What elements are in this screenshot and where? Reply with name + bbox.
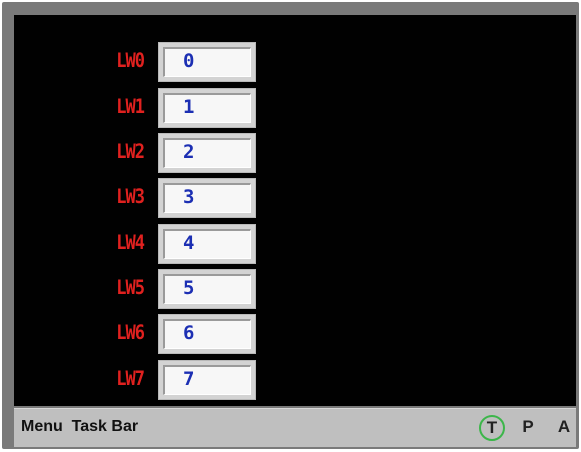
register-value-inner: 4 <box>163 229 251 259</box>
register-label: LW7 <box>116 367 145 391</box>
register-value-field[interactable]: 0 <box>158 42 256 82</box>
register-value: 7 <box>183 368 195 390</box>
register-value: 1 <box>183 96 195 118</box>
register-row-lw7: LW7 7 <box>14 359 314 401</box>
register-value-field[interactable]: 2 <box>158 133 256 173</box>
register-value: 5 <box>183 277 195 299</box>
menu-task-bar-button[interactable]: Menu Task Bar <box>21 418 138 436</box>
register-label: LW5 <box>116 276 145 300</box>
register-label: LW4 <box>116 231 145 255</box>
register-value-inner: 6 <box>163 319 251 349</box>
register-label: LW0 <box>116 49 145 73</box>
register-label: LW3 <box>116 185 145 209</box>
register-row-lw6: LW6 6 <box>14 313 314 355</box>
register-value: 4 <box>183 232 195 254</box>
register-value-inner: 0 <box>163 47 251 77</box>
register-row-lw0: LW0 0 <box>14 41 314 83</box>
register-row-lw3: LW3 3 <box>14 177 314 219</box>
hmi-screen: LW0 0 LW1 1 LW2 2 LW3 3 LW4 4 LW5 5 LW6 … <box>14 15 576 406</box>
register-value-inner: 7 <box>163 365 251 395</box>
register-value: 2 <box>183 141 195 163</box>
register-value-field[interactable]: 3 <box>158 178 256 218</box>
register-value-field[interactable]: 4 <box>158 224 256 264</box>
register-value-field[interactable]: 7 <box>158 360 256 400</box>
register-value-inner: 3 <box>163 183 251 213</box>
taskbar-t-button[interactable]: T <box>479 415 505 441</box>
register-value: 3 <box>183 186 195 208</box>
register-value-inner: 1 <box>163 93 251 123</box>
taskbar-p-button[interactable]: P <box>516 415 540 439</box>
register-value-field[interactable]: 6 <box>158 314 256 354</box>
register-row-lw1: LW1 1 <box>14 87 314 129</box>
register-value-inner: 2 <box>163 138 251 168</box>
register-value: 0 <box>183 50 195 72</box>
register-value-field[interactable]: 5 <box>158 269 256 309</box>
task-bar: Menu Task Bar T P A <box>14 408 576 447</box>
register-row-lw2: LW2 2 <box>14 132 314 174</box>
register-value-inner: 5 <box>163 274 251 304</box>
register-row-lw5: LW5 5 <box>14 268 314 310</box>
register-label: LW6 <box>116 321 145 345</box>
register-label: LW1 <box>116 95 145 119</box>
taskbar-a-button[interactable]: A <box>552 415 576 439</box>
register-value: 6 <box>183 322 195 344</box>
register-value-field[interactable]: 1 <box>158 88 256 128</box>
register-row-lw4: LW4 4 <box>14 223 314 265</box>
register-label: LW2 <box>116 140 145 164</box>
